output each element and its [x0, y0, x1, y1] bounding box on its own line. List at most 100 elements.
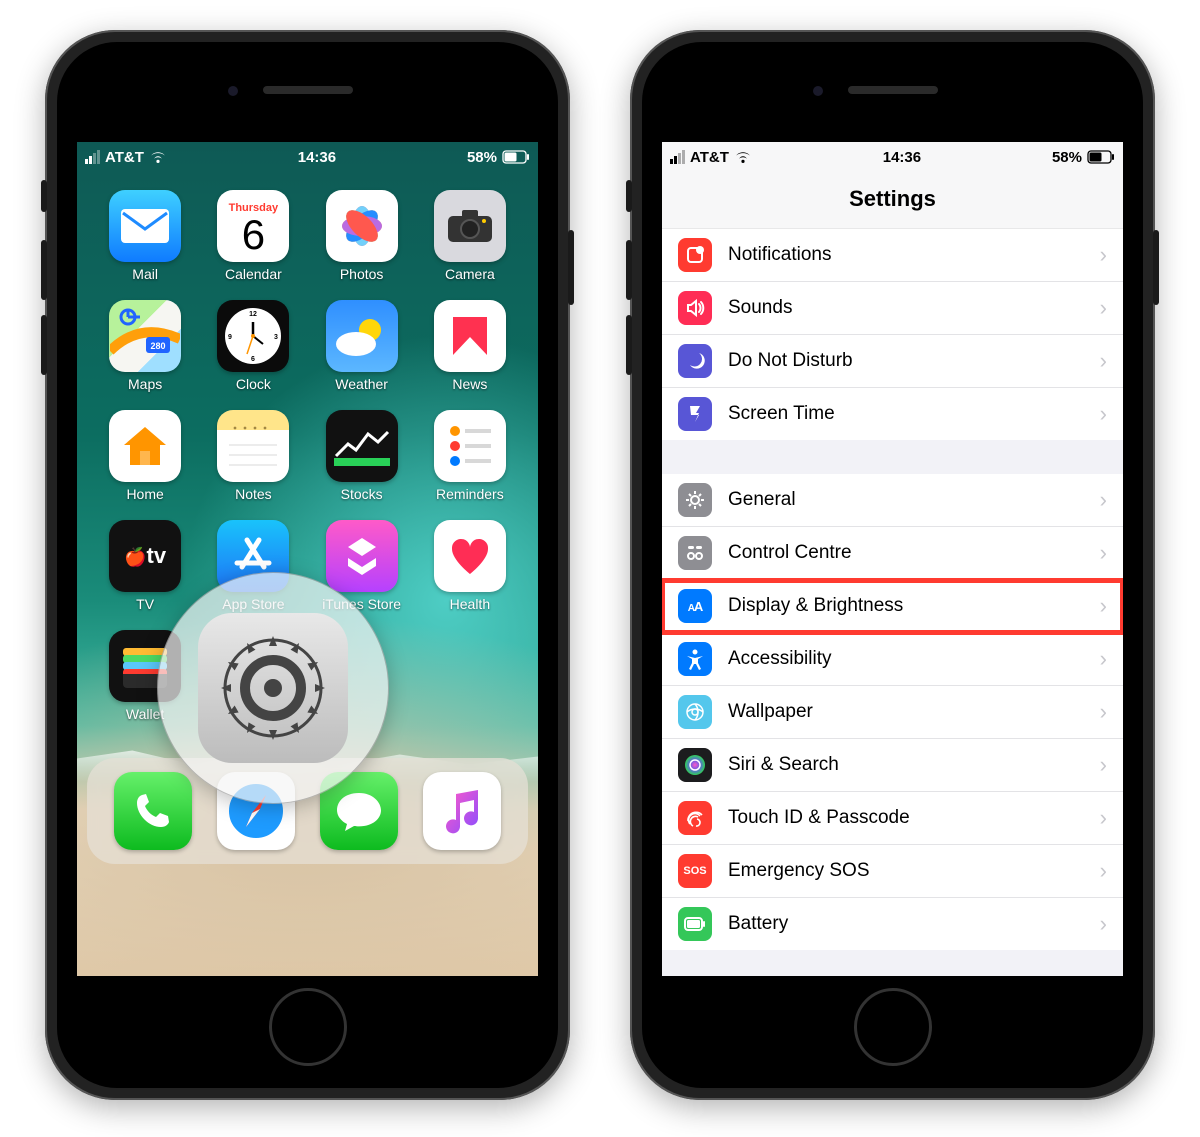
app-weather[interactable]: Weather [308, 300, 416, 392]
app-label: Weather [335, 376, 388, 392]
app-label: Calendar [225, 266, 282, 282]
app-camera[interactable]: Camera [416, 190, 524, 282]
sounds-icon [678, 291, 712, 325]
chevron-right-icon: › [1100, 911, 1107, 937]
earpiece-speaker [848, 86, 938, 94]
status-bar: AT&T 14:36 58% [662, 142, 1123, 172]
mute-switch[interactable] [41, 180, 47, 212]
app-calendar[interactable]: Thursday 6 Calendar [199, 190, 307, 282]
chevron-right-icon: › [1100, 401, 1107, 427]
settings-row-label: Notifications [728, 244, 1084, 266]
volume-up-button[interactable] [41, 240, 47, 300]
dock-app-music[interactable] [423, 772, 501, 850]
screentime-icon [678, 397, 712, 431]
app-reminders[interactable]: Reminders [416, 410, 524, 502]
app-clock[interactable]: 12369 Clock [199, 300, 307, 392]
settings-row-touchid[interactable]: Touch ID & Passcode› [662, 792, 1123, 845]
app-label: Mail [132, 266, 158, 282]
chevron-right-icon: › [1100, 858, 1107, 884]
settings-row-sounds[interactable]: Sounds› [662, 282, 1123, 335]
settings-row-notifications[interactable]: Notifications › [662, 229, 1123, 282]
chevron-right-icon: › [1100, 242, 1107, 268]
settings-row-label: Touch ID & Passcode [728, 807, 1084, 829]
app-mail[interactable]: Mail [91, 190, 199, 282]
controlcentre-icon [678, 536, 712, 570]
settings-row-label: Do Not Disturb [728, 350, 1084, 372]
dnd-icon [678, 344, 712, 378]
phone-home-screen: AT&T 14:36 58% [45, 30, 570, 1100]
settings-row-sos[interactable]: SOSEmergency SOS› [662, 845, 1123, 898]
settings-row-battery[interactable]: Battery› [662, 898, 1123, 950]
chevron-right-icon: › [1100, 699, 1107, 725]
power-button[interactable] [568, 230, 574, 305]
clock-icon: 12369 [217, 300, 289, 372]
settings-row-wallpaper[interactable]: Wallpaper› [662, 686, 1123, 739]
tv-icon: 🍎tv [109, 520, 181, 592]
earpiece-speaker [263, 86, 353, 94]
general-icon [678, 483, 712, 517]
battery-icon [678, 907, 712, 941]
chevron-right-icon: › [1100, 752, 1107, 778]
settings-row-general[interactable]: General› [662, 474, 1123, 527]
signal-icon [670, 150, 685, 164]
stocks-icon [326, 410, 398, 482]
battery-percent-label: 58% [1052, 149, 1082, 166]
settings-row-controlcentre[interactable]: Control Centre› [662, 527, 1123, 580]
app-photos[interactable]: Photos [308, 190, 416, 282]
status-bar: AT&T 14:36 58% [77, 142, 538, 172]
carrier-label: AT&T [690, 149, 729, 166]
svg-text:6: 6 [251, 356, 255, 363]
settings-row-display[interactable]: AADisplay & Brightness› [662, 580, 1123, 633]
clock-label: 14:36 [298, 149, 336, 166]
camera-icon [434, 190, 506, 262]
app-label: Photos [340, 266, 384, 282]
app-stocks[interactable]: Stocks [308, 410, 416, 502]
app-tv[interactable]: 🍎tv TV [91, 520, 199, 612]
volume-up-button[interactable] [626, 240, 632, 300]
app-news[interactable]: News [416, 300, 524, 392]
app-home[interactable]: Home [91, 410, 199, 502]
app-maps[interactable]: 280 Maps [91, 300, 199, 392]
app-label: Reminders [436, 486, 504, 502]
mute-switch[interactable] [626, 180, 632, 212]
settings-row-siri[interactable]: Siri & Search › [662, 739, 1123, 792]
phone-icon [114, 772, 192, 850]
wifi-icon [734, 150, 752, 164]
home-button[interactable] [854, 988, 932, 1066]
carrier-label: AT&T [105, 149, 144, 166]
settings-icon-large [198, 613, 348, 763]
maps-icon: 280 [109, 300, 181, 372]
calendar-icon: Thursday 6 [217, 190, 289, 262]
volume-down-button[interactable] [41, 315, 47, 375]
wifi-icon [149, 150, 167, 164]
settings-row-accessibility[interactable]: Accessibility › [662, 633, 1123, 686]
dock-app-phone[interactable] [114, 772, 192, 850]
power-button[interactable] [1153, 230, 1159, 305]
battery-icon [1087, 150, 1115, 164]
app-label: Health [450, 596, 490, 612]
settings-row-dnd[interactable]: Do Not Disturb› [662, 335, 1123, 388]
battery-percent-label: 58% [467, 149, 497, 166]
zoom-highlight-settings[interactable] [157, 572, 389, 804]
chevron-right-icon: › [1100, 295, 1107, 321]
home-button[interactable] [269, 988, 347, 1066]
signal-icon [85, 150, 100, 164]
svg-text:3: 3 [274, 334, 278, 341]
volume-down-button[interactable] [626, 315, 632, 375]
settings-row-label: Accessibility [728, 648, 1084, 670]
settings-row-screentime[interactable]: Screen Time› [662, 388, 1123, 440]
sos-icon: SOS [678, 854, 712, 888]
app-notes[interactable]: Notes [199, 410, 307, 502]
settings-row-label: Siri & Search [728, 754, 1084, 776]
settings-list[interactable]: Notifications›Sounds›Do Not Disturb›Scre… [662, 229, 1123, 976]
app-label: Notes [235, 486, 272, 502]
chevron-right-icon: › [1100, 646, 1107, 672]
app-label: Maps [128, 376, 162, 392]
photos-icon [326, 190, 398, 262]
battery-icon [502, 150, 530, 164]
app-health[interactable]: Health [416, 520, 524, 612]
chevron-right-icon: › [1100, 540, 1107, 566]
settings-title: Settings [662, 172, 1123, 229]
app-label: Camera [445, 266, 495, 282]
app-label: Stocks [341, 486, 383, 502]
